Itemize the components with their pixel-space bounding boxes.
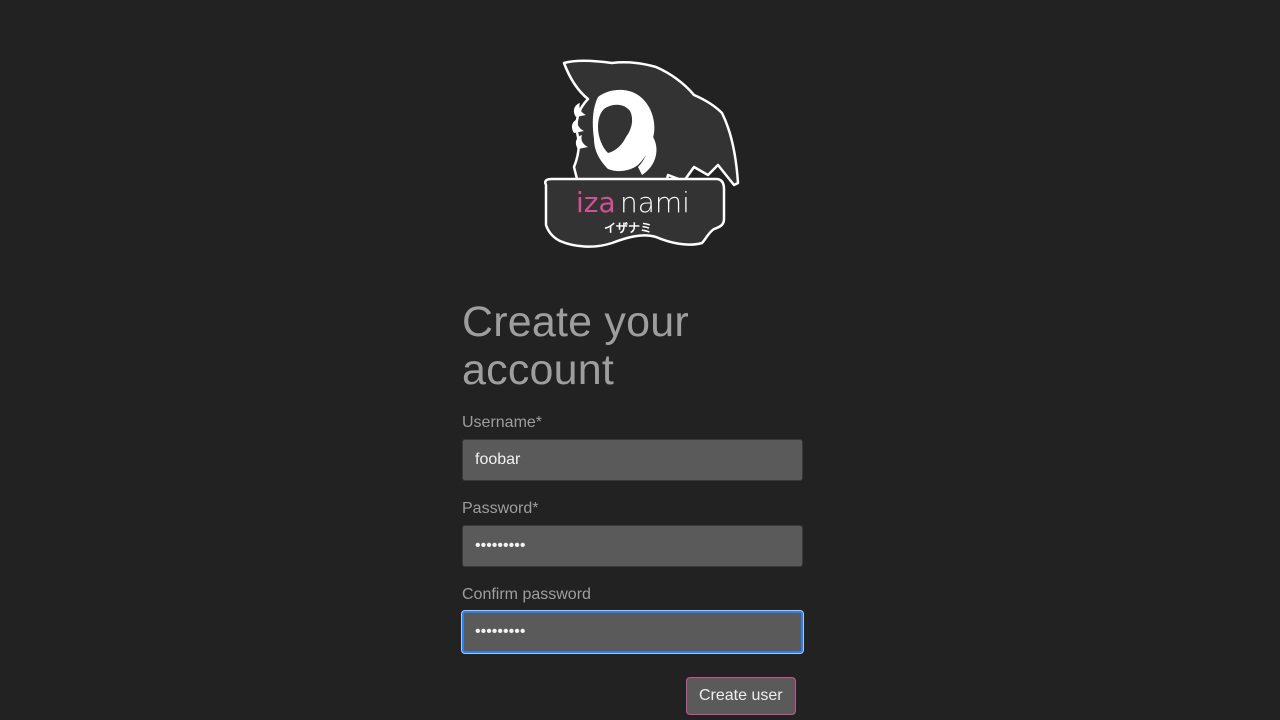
page-title-line1: Create your — [462, 298, 689, 346]
password-input[interactable] — [462, 525, 803, 567]
logo-illustration: iza nami イザナミ — [544, 59, 740, 248]
page: iza nami イザナミ Create your account Userna… — [0, 0, 1280, 720]
logo-text-pink: iza — [576, 186, 616, 219]
password-label: Password* — [462, 500, 539, 517]
signup-form: Create your account Username* Password* … — [462, 298, 803, 715]
logo-text-white: nami — [620, 186, 690, 219]
page-title: Create your account — [462, 298, 803, 394]
username-input[interactable] — [462, 439, 803, 481]
create-user-button[interactable]: Create user — [686, 677, 796, 715]
form-actions: Create user — [462, 653, 803, 715]
izanami-logo: iza nami イザナミ — [538, 57, 742, 253]
username-label: Username* — [462, 414, 543, 431]
page-title-line2: account — [462, 346, 615, 394]
logo-katakana: イザナミ — [604, 221, 652, 235]
confirm-password-input[interactable] — [462, 611, 803, 653]
confirm-password-label: Confirm password — [462, 586, 591, 603]
